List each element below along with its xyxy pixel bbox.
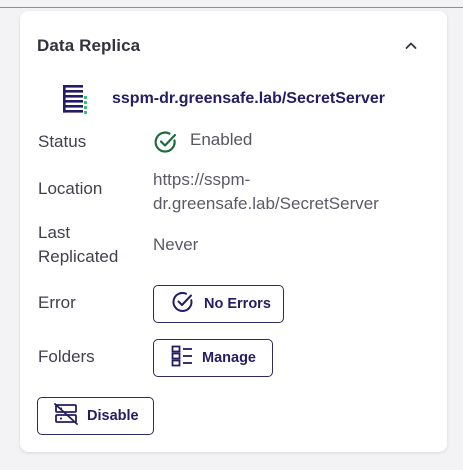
server-name: sspm-dr.greensafe.lab/SecretServer — [112, 90, 386, 107]
manage-button[interactable]: Manage — [153, 339, 273, 377]
location-value-line2: dr.greensafe.lab/SecretServer — [153, 194, 379, 213]
error-label: Error — [38, 293, 76, 312]
chevron-up-icon[interactable] — [401, 36, 421, 56]
last-replicated-label-line1: Last — [38, 223, 71, 242]
location-value-line1: https://sspm- — [153, 170, 251, 189]
no-errors-button[interactable]: No Errors — [153, 285, 284, 323]
list-icon — [171, 345, 193, 371]
panel-header: Data Replica — [37, 36, 421, 56]
disable-label: Disable — [87, 408, 139, 424]
manage-label: Manage — [202, 350, 256, 366]
server-off-icon — [54, 403, 78, 429]
server-stack-icon — [60, 82, 92, 116]
folders-label: Folders — [38, 347, 95, 366]
data-replica-panel: Data Replica sspm-dr.greensafe.lab/Secre… — [20, 11, 447, 452]
status-label: Status — [38, 132, 87, 151]
top-divider — [0, 7, 463, 8]
no-errors-label: No Errors — [204, 296, 271, 312]
panel-title: Data Replica — [37, 36, 141, 55]
last-replicated-label-line2: Replicated — [38, 247, 119, 266]
status-value: Enabled — [190, 130, 253, 149]
check-circle-icon — [171, 290, 195, 318]
location-label: Location — [38, 179, 103, 198]
check-circle-icon — [153, 129, 179, 155]
disable-button[interactable]: Disable — [37, 397, 154, 435]
last-replicated-value: Never — [153, 235, 199, 254]
